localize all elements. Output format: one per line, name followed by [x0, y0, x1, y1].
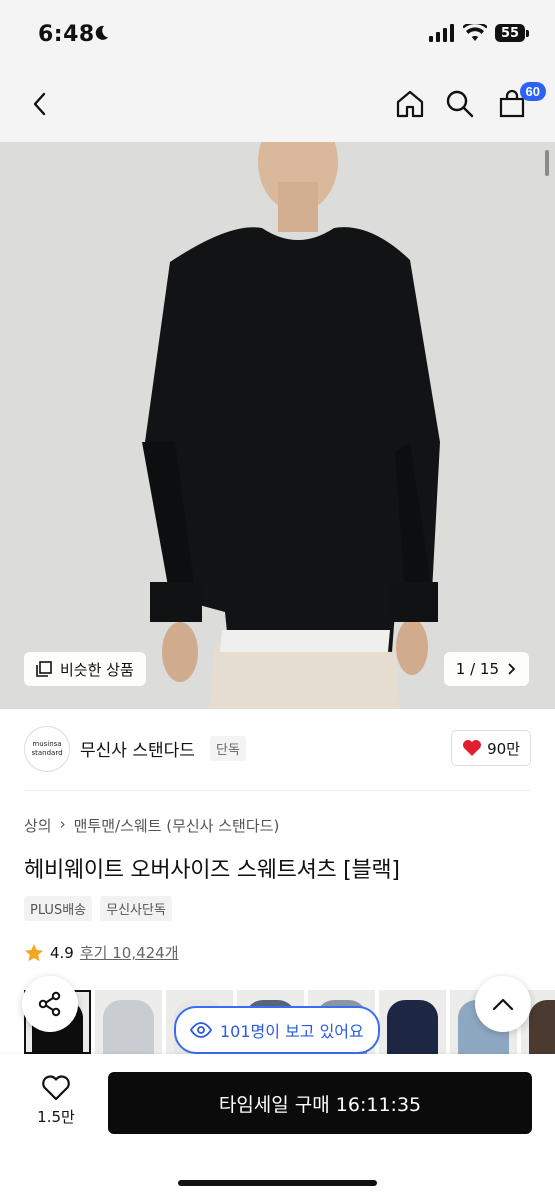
page-indicator-text: 1 / 15 [455, 660, 499, 678]
scrollbar[interactable] [545, 150, 549, 176]
similar-items-icon [36, 661, 52, 677]
moon-icon [92, 24, 110, 46]
cart-count-badge: 60 [519, 82, 546, 101]
brand-logo-line2: standard [31, 749, 63, 757]
tag-plus-delivery: PLUS배송 [24, 896, 93, 921]
variant-thumbnail[interactable] [95, 990, 162, 1054]
exclusive-tag: 단독 [210, 736, 246, 761]
status-icons: 55 [429, 24, 529, 42]
share-icon [38, 991, 61, 1017]
status-time: 6:48 [38, 22, 95, 47]
image-page-indicator[interactable]: 1 / 15 [443, 652, 529, 686]
share-button[interactable] [22, 976, 78, 1032]
divider [24, 790, 531, 791]
wishlist-count: 1.5만 [37, 1108, 75, 1126]
product-tags: PLUS배송 무신사단독 [24, 896, 172, 921]
battery-icon: 55 [495, 24, 525, 42]
breadcrumb: 상의 › 맨투맨/스웨트 (무신사 스탠다드) [24, 815, 279, 836]
reviews-link[interactable]: 후기 10,424개 [80, 942, 179, 963]
brand-name[interactable]: 무신사 스탠다드 [80, 736, 195, 761]
variant-thumbnail[interactable] [379, 990, 446, 1054]
back-button[interactable] [20, 84, 60, 124]
search-button[interactable] [440, 84, 480, 124]
tag-exclusive: 무신사단독 [100, 896, 172, 921]
buy-button[interactable]: 타임세일 구매 16:11:35 [108, 1072, 532, 1134]
home-button[interactable] [390, 84, 430, 124]
breadcrumb-root[interactable]: 상의 [24, 815, 52, 836]
breadcrumb-separator: › [59, 815, 66, 833]
brand-logo-line1: musinsa [32, 740, 62, 748]
variant-swatch [103, 1000, 154, 1054]
variant-swatch [387, 1000, 438, 1054]
variant-swatch [529, 1000, 555, 1054]
wishlist-button[interactable]: 1.5만 [30, 1074, 82, 1127]
cart-button[interactable]: 60 [492, 82, 546, 124]
breadcrumb-category[interactable]: 맨투맨/스웨트 (무신사 스탠다드) [74, 815, 280, 836]
heart-filled-icon [463, 740, 482, 756]
brand-like-button[interactable]: 90만 [451, 730, 531, 766]
product-image[interactable] [0, 142, 555, 709]
home-indicator [178, 1180, 377, 1186]
viewers-count-pill: 101명이 보고 있어요 [174, 1006, 380, 1054]
product-title: 헤비웨이트 오버사이즈 스웨트셔츠 [블랙] [24, 858, 400, 883]
chevron-left-icon [33, 92, 46, 116]
signal-icon [429, 24, 454, 42]
heart-outline-icon [42, 1075, 70, 1101]
rating-score: 4.9 [50, 943, 74, 962]
rating: 4.9 후기 10,424개 [24, 942, 179, 963]
battery-tip [526, 29, 529, 37]
home-icon [396, 90, 424, 118]
eye-icon [190, 1022, 212, 1038]
viewers-count-text: 101명이 보고 있어요 [220, 1022, 364, 1041]
chevron-up-icon [492, 998, 514, 1011]
chevron-right-icon [508, 663, 516, 675]
bottom-action-bar: 1.5만 타임세일 구매 16:11:35 [0, 1054, 555, 1200]
star-icon [25, 943, 43, 961]
scroll-to-top-button[interactable] [475, 976, 531, 1032]
status-bar: 6:48 55 [0, 0, 555, 70]
brand-logo[interactable]: musinsa standard [24, 726, 70, 772]
wifi-icon [463, 24, 487, 41]
similar-products-button[interactable]: 비슷한 상품 [24, 652, 146, 686]
top-nav: 60 [0, 70, 555, 142]
product-photo [0, 142, 555, 709]
brand-row: musinsa standard 무신사 스탠다드 단독 90만 [0, 720, 555, 780]
brand-like-count: 90만 [487, 739, 520, 758]
similar-products-label: 비슷한 상품 [60, 660, 134, 679]
search-icon [446, 90, 474, 118]
